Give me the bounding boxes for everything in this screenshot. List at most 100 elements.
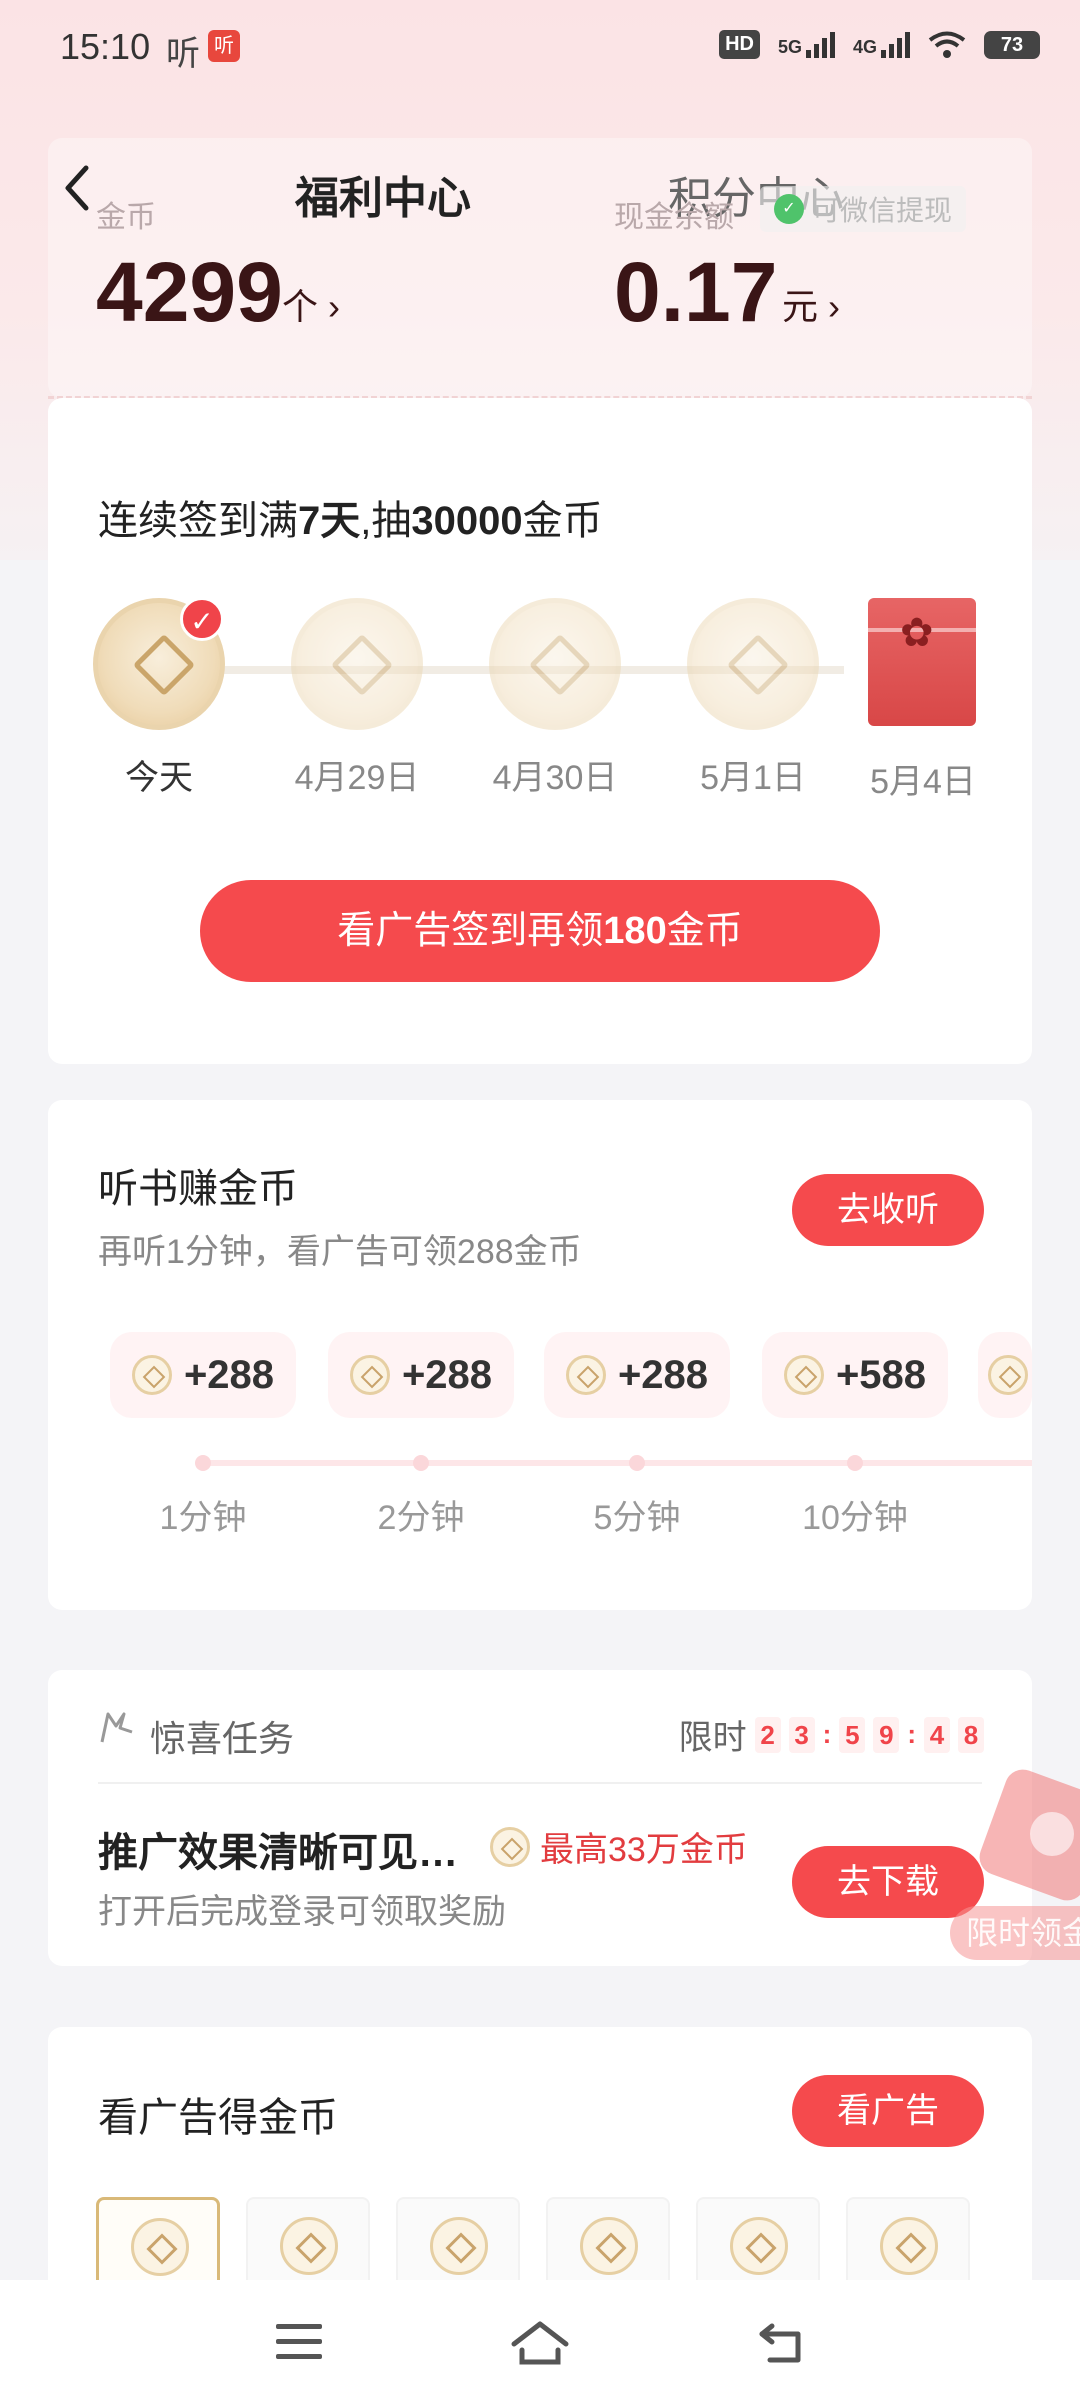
coin-unit[interactable]: 个 › xyxy=(282,278,340,330)
checkin-title-post: 金币 xyxy=(522,499,603,543)
go-listen-button[interactable]: 去收听 xyxy=(792,1174,984,1246)
checkin-title-pre: 连续签到满 xyxy=(98,499,298,543)
coin-icon xyxy=(430,2217,488,2275)
checkin-title: 连续签到满7天,抽30000金币 xyxy=(98,488,603,546)
back-arrow-icon[interactable] xyxy=(58,160,98,216)
status-time: 15:10 xyxy=(60,26,151,67)
listen-reward-5[interactable] xyxy=(978,1332,1032,1418)
listen-progress-track xyxy=(198,1460,1032,1466)
surprise-task-icon xyxy=(100,1712,133,1743)
checkin-day-4: 5月1日 xyxy=(678,598,828,799)
coin-label: 金币 xyxy=(96,201,156,234)
checkin-day-label: 5月1日 xyxy=(700,759,806,797)
countdown-digit: 2 xyxy=(754,1716,781,1753)
countdown-colon: : xyxy=(822,1719,832,1749)
task-reward-text: 最高33万金币 xyxy=(540,1831,748,1869)
coin-icon xyxy=(349,1355,390,1395)
coin-icon xyxy=(687,598,819,730)
checkin-day-label: 4月29日 xyxy=(294,759,420,797)
surprise-title: 惊喜任务 xyxy=(150,1718,295,1759)
listen-reward-2[interactable]: +288 xyxy=(328,1332,514,1418)
task-reward: 最高33万金币 xyxy=(490,1822,748,1871)
listen-subtitle: 再听1分钟，看广告可领288金币 xyxy=(98,1233,582,1271)
coin-icon xyxy=(1030,1812,1074,1856)
reward-value: +288 xyxy=(183,1352,275,1397)
wechat-withdraw-badge[interactable]: ✓ 可微信提现 xyxy=(760,186,967,232)
cash-label: 现金余额 xyxy=(614,201,734,234)
minute-label: 2分钟 xyxy=(377,1499,465,1537)
coin-icon xyxy=(565,1355,606,1395)
wechat-icon: ✓ xyxy=(774,194,804,224)
system-navigation-bar xyxy=(0,2280,1080,2404)
status-bar: 15:10 听 听 HD 5G 4G 73 xyxy=(0,0,1080,96)
limit-label: 限时 xyxy=(678,1719,747,1757)
battery-icon: 73 xyxy=(984,30,1040,59)
limited-time-float-label[interactable]: 限时领金 xyxy=(950,1906,1080,1960)
checkin-day-label: 4月30日 xyxy=(492,759,618,797)
surprise-task-card: 惊喜任务 限时 2 3 : 5 9 : 4 8 推广效果清晰可见… 最高33万金… xyxy=(48,1670,1032,1966)
coin-icon xyxy=(291,598,423,730)
checkin-card: 连续签到满7天,抽30000金币 ✓ 今天 4月29日 4月30日 5月1日 ✿… xyxy=(48,398,1032,1064)
download-button[interactable]: 去下载 xyxy=(792,1846,984,1918)
progress-dot xyxy=(847,1455,863,1471)
coin-icon: ✓ xyxy=(93,597,225,730)
signal-5g-icon: 5G xyxy=(777,31,835,58)
checkin-button-pre: 看广告签到再领 xyxy=(337,910,604,952)
listen-title: 听书赚金币 xyxy=(98,1167,298,1211)
cash-unit[interactable]: 元 › xyxy=(782,278,840,330)
coin-balance[interactable]: 4299 xyxy=(96,244,283,341)
coin-icon xyxy=(489,598,621,730)
chevron-right-icon: › xyxy=(828,286,841,327)
checkin-day-3: 4月30日 xyxy=(480,598,630,799)
cash-balance[interactable]: 0.17 xyxy=(614,244,778,341)
countdown-digit: 8 xyxy=(958,1716,984,1753)
watch-ad-button[interactable]: 看广告 xyxy=(792,2075,984,2147)
reward-value: +288 xyxy=(617,1352,709,1397)
progress-dot xyxy=(195,1455,211,1471)
progress-dot xyxy=(629,1455,645,1471)
reward-value: +588 xyxy=(835,1352,927,1397)
coin-icon xyxy=(490,1826,530,1867)
wechat-withdraw-label: 可微信提现 xyxy=(812,195,953,226)
listen-reward-4[interactable]: +588 xyxy=(762,1332,948,1418)
wifi-icon xyxy=(928,31,966,58)
check-icon: ✓ xyxy=(180,597,224,641)
signal-4g-icon: 4G xyxy=(852,31,910,58)
listen-earn-card: 听书赚金币 再听1分钟，看广告可领288金币 去收听 +288 +288 +28… xyxy=(48,1100,1032,1610)
countdown-digit: 9 xyxy=(873,1716,900,1753)
net-label-5g: 5G xyxy=(777,36,802,57)
menu-icon[interactable] xyxy=(274,2320,324,2364)
back-icon[interactable] xyxy=(756,2320,806,2366)
checkin-title-days: 7天 xyxy=(298,499,361,543)
app-notification-glyph: 听 xyxy=(166,35,200,73)
coin-icon xyxy=(131,2218,189,2276)
divider xyxy=(98,1782,982,1784)
task-title: 推广效果清晰可见… xyxy=(98,1831,458,1875)
chevron-right-icon: › xyxy=(328,286,341,327)
watch-ad-checkin-button[interactable]: 看广告签到再领180金币 xyxy=(200,880,880,982)
status-icons: HD 5G 4G 73 xyxy=(719,30,1040,59)
coin-icon xyxy=(880,2217,938,2275)
countdown-digit: 4 xyxy=(924,1716,950,1753)
checkin-button-post: 金币 xyxy=(666,910,743,952)
reward-value: +288 xyxy=(401,1352,493,1397)
net-label-4g: 4G xyxy=(852,36,877,57)
hd-icon: HD xyxy=(719,30,760,59)
countdown-colon: : xyxy=(907,1719,916,1749)
tab-welfare-center[interactable]: 福利中心 xyxy=(295,162,471,226)
checkin-day-label: 今天 xyxy=(125,759,193,797)
coin-icon xyxy=(131,1355,172,1395)
app-notification-icon: 听 xyxy=(208,30,240,62)
coin-icon xyxy=(783,1355,824,1395)
checkin-title-amount: 30000 xyxy=(411,499,523,543)
coin-icon xyxy=(580,2217,638,2275)
home-icon[interactable] xyxy=(510,2320,570,2366)
listen-reward-3[interactable]: +288 xyxy=(544,1332,730,1418)
gift-box-icon[interactable]: ✿ xyxy=(868,598,976,726)
countdown-digit: 3 xyxy=(788,1716,815,1753)
minute-label: 5分钟 xyxy=(593,1499,681,1537)
listen-reward-1[interactable]: +288 xyxy=(110,1332,296,1418)
checkin-day-today: ✓ 今天 xyxy=(84,597,234,799)
coin-icon xyxy=(988,1355,1028,1395)
ads-title: 看广告得金币 xyxy=(98,2096,338,2140)
